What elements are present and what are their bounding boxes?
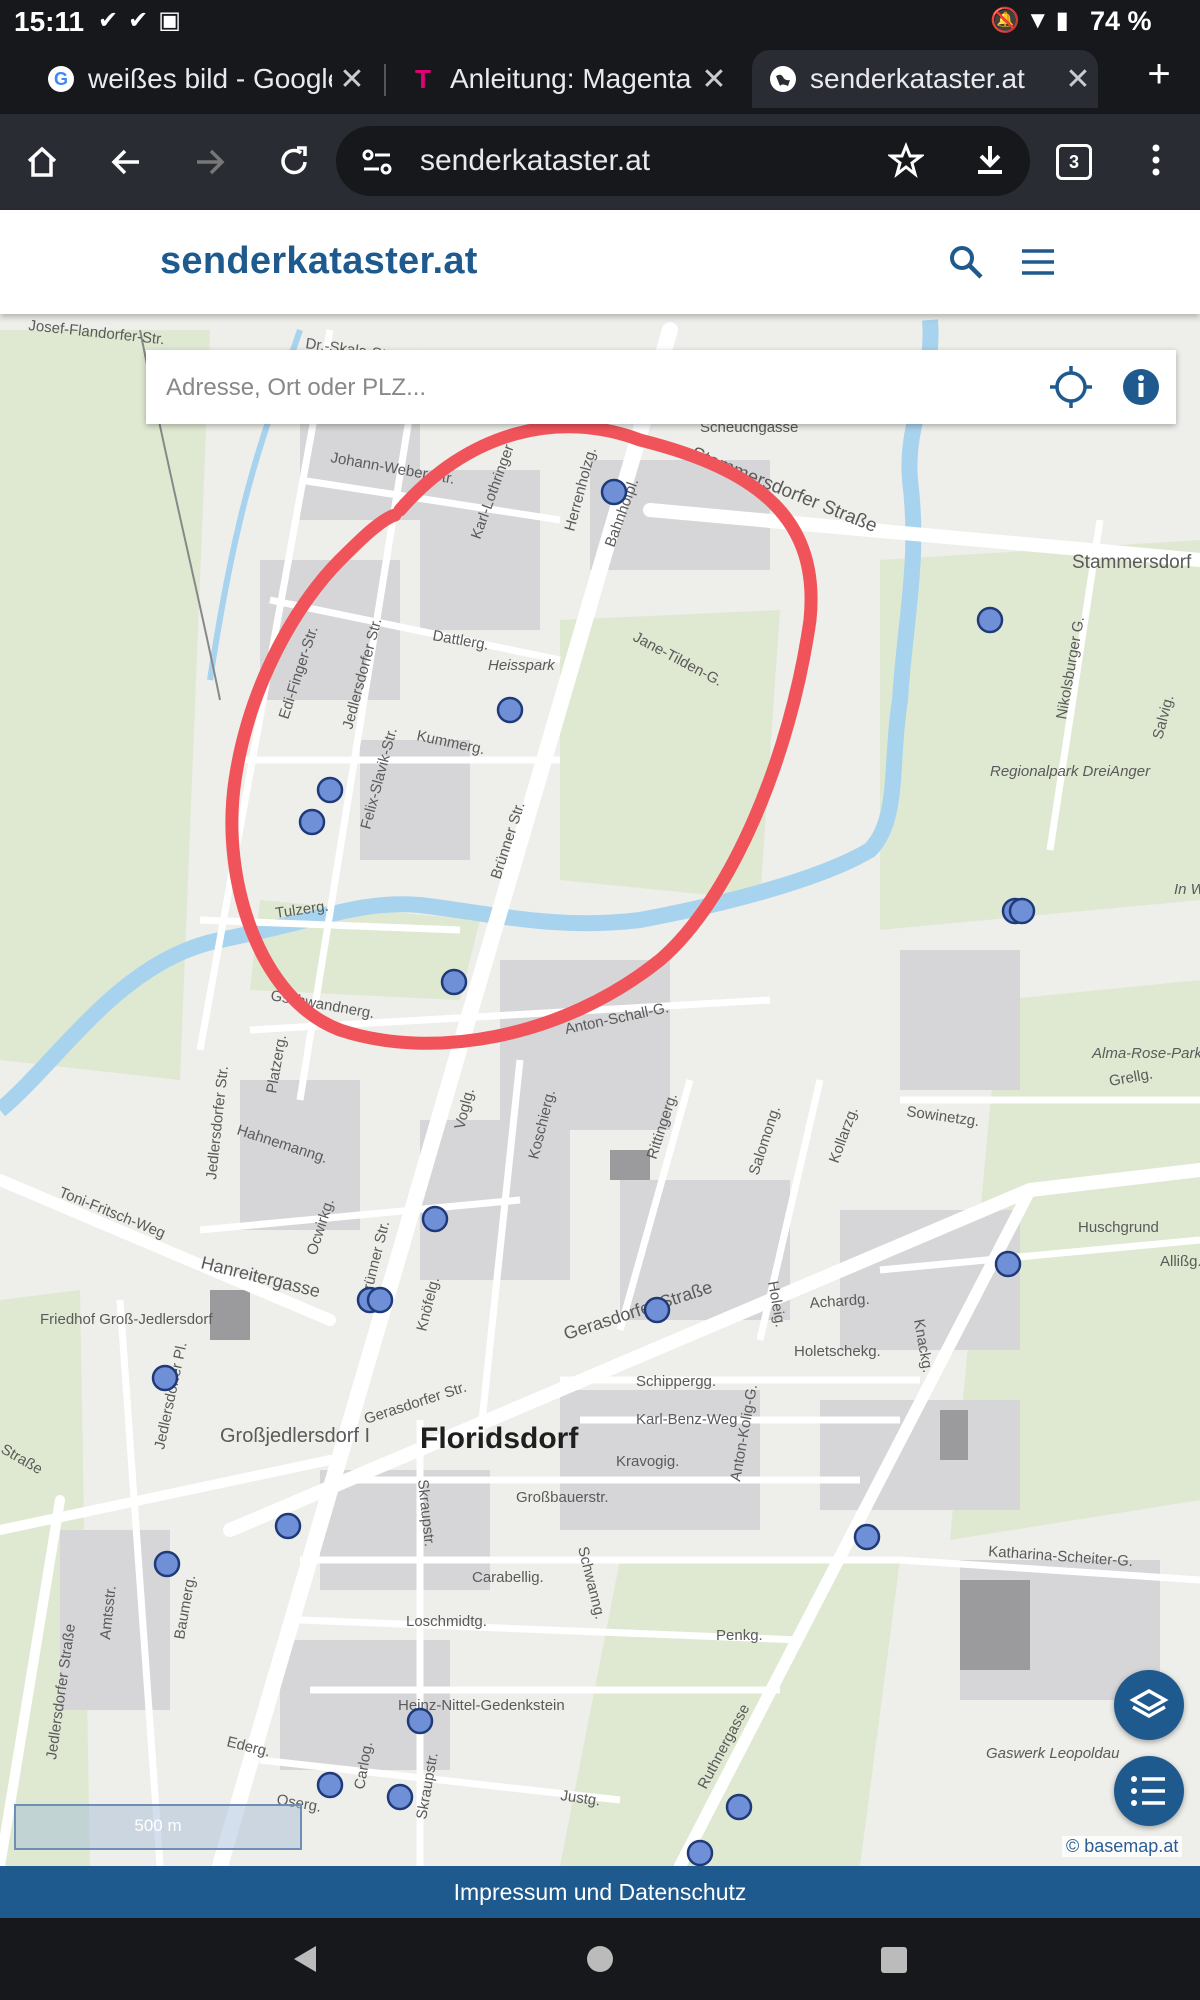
transmitter-marker[interactable]: [386, 1783, 414, 1811]
street-label: Schippergg.: [636, 1373, 716, 1390]
address-search-input[interactable]: [164, 350, 1028, 426]
transmitter-marker[interactable]: [421, 1205, 449, 1233]
street-label: Kravogig.: [616, 1453, 679, 1470]
street-label: Karl-Benz-Weg: [636, 1411, 737, 1428]
forward-icon[interactable]: [180, 132, 240, 192]
tab-switcher-button[interactable]: 3: [1056, 144, 1092, 180]
street-label: Regionalpark DreiAnger: [990, 763, 1151, 780]
more-options-icon[interactable]: [1144, 142, 1168, 183]
transmitter-marker[interactable]: [976, 606, 1004, 634]
site-logo[interactable]: senderkataster.at: [160, 240, 478, 283]
tab-divider: [384, 64, 386, 96]
tab-label: senderkataster.at: [810, 63, 1025, 94]
map-canvas[interactable]: Josef-Flandorfer-Str. Dr.-Skala-Str. Joh…: [0, 314, 1200, 1866]
battery-level: 74 %: [1090, 6, 1152, 36]
reload-icon[interactable]: [264, 132, 324, 192]
footer-link[interactable]: Impressum und Datenschutz: [0, 1866, 1200, 1918]
download-icon[interactable]: [972, 142, 1008, 183]
tab-senderkataster[interactable]: senderkataster.at ✕: [752, 50, 1098, 108]
street-label: Heisspark: [488, 657, 556, 674]
tab-strip: G weißes bild - Google ✕ T Anleitung: Ma…: [0, 44, 1200, 114]
transmitter-marker[interactable]: [366, 1286, 394, 1314]
street-label: Holetschekg.: [794, 1343, 881, 1360]
transmitter-marker[interactable]: [686, 1839, 714, 1866]
map-view[interactable]: Josef-Flandorfer-Str. Dr.-Skala-Str. Joh…: [0, 314, 1200, 1866]
tab-label: Anleitung: Magenta: [450, 63, 692, 94]
close-tab-icon[interactable]: ✕: [332, 62, 372, 97]
close-tab-icon[interactable]: ✕: [1058, 62, 1098, 97]
new-tab-button[interactable]: +: [1134, 52, 1184, 97]
system-icons: 🔕▼▮: [990, 7, 1075, 34]
transmitter-marker[interactable]: [406, 1707, 434, 1735]
street-label: Alma-Rose-Park: [1091, 1045, 1200, 1062]
layers-button[interactable]: [1114, 1670, 1184, 1740]
site-settings-icon[interactable]: [360, 145, 394, 184]
transmitter-marker[interactable]: [725, 1793, 753, 1821]
transmitter-marker[interactable]: [316, 1771, 344, 1799]
bookmark-star-icon[interactable]: [886, 141, 926, 183]
search-icon[interactable]: [948, 244, 984, 285]
map-scale-bar: 500 m: [14, 1804, 302, 1850]
status-time: 15:11: [14, 6, 85, 37]
transmitter-marker[interactable]: [151, 1364, 179, 1392]
map-attribution[interactable]: © basemap.at: [1062, 1836, 1183, 1857]
hamburger-menu-icon[interactable]: [1020, 246, 1056, 283]
transmitter-marker[interactable]: [440, 968, 468, 996]
scale-label: 500 m: [134, 1816, 182, 1835]
transmitter-marker[interactable]: [496, 696, 524, 724]
street-label: Carabellig.: [472, 1569, 544, 1586]
globe-icon: [770, 66, 796, 92]
street-label: Stammersdorf: [1072, 552, 1192, 573]
transmitter-marker[interactable]: [853, 1523, 881, 1551]
district-label: Floridsdorf: [420, 1422, 579, 1455]
transmitter-marker[interactable]: [1008, 897, 1036, 925]
layers-icon: [1129, 1688, 1169, 1719]
street-label: Friedhof Groß-Jedlersdorf: [40, 1311, 213, 1328]
home-icon[interactable]: [12, 132, 72, 192]
url-text[interactable]: senderkataster.at: [420, 144, 650, 178]
transmitter-marker[interactable]: [994, 1250, 1022, 1278]
list-button[interactable]: [1114, 1756, 1184, 1826]
list-icon: [1131, 1776, 1165, 1806]
street-label: Gaswerk Leopoldau: [986, 1745, 1120, 1762]
transmitter-marker[interactable]: [274, 1512, 302, 1540]
close-tab-icon[interactable]: ✕: [694, 62, 734, 97]
street-label: In W: [1174, 881, 1200, 898]
back-icon[interactable]: [96, 132, 156, 192]
google-icon: G: [48, 66, 74, 92]
locate-me-icon[interactable]: [1050, 366, 1092, 413]
transmitter-marker[interactable]: [153, 1550, 181, 1578]
transmitter-marker[interactable]: [643, 1296, 671, 1324]
status-bar: 15:11 ✔✔▣ 🔕▼▮ 74 %: [0, 0, 1200, 44]
info-icon[interactable]: [1122, 368, 1160, 411]
notification-icons: ✔✔▣: [98, 7, 191, 34]
street-label: Penkg.: [716, 1627, 763, 1644]
nav-recents-icon[interactable]: [880, 1946, 908, 1979]
tab-label: weißes bild - Google: [88, 63, 332, 94]
transmitter-marker[interactable]: [600, 478, 628, 506]
address-search-box: [146, 350, 1176, 426]
tab-magenta[interactable]: T Anleitung: Magenta ✕: [392, 50, 734, 108]
tab-google[interactable]: G weißes bild - Google ✕: [30, 50, 372, 108]
street-label: Allißg.: [1160, 1253, 1200, 1270]
telekom-icon: T: [415, 63, 431, 94]
system-nav-bar: [0, 1918, 1200, 2000]
street-label: Huschgrund: [1078, 1219, 1159, 1236]
street-label: Loschmidtg.: [406, 1613, 487, 1630]
transmitter-marker[interactable]: [316, 776, 344, 804]
nav-back-icon[interactable]: [290, 1944, 320, 1979]
street-label: Großjedlersdorf I: [220, 1425, 370, 1447]
street-label: Großbauerstr.: [516, 1489, 609, 1506]
nav-home-icon[interactable]: [585, 1944, 615, 1979]
transmitter-marker[interactable]: [298, 808, 326, 836]
